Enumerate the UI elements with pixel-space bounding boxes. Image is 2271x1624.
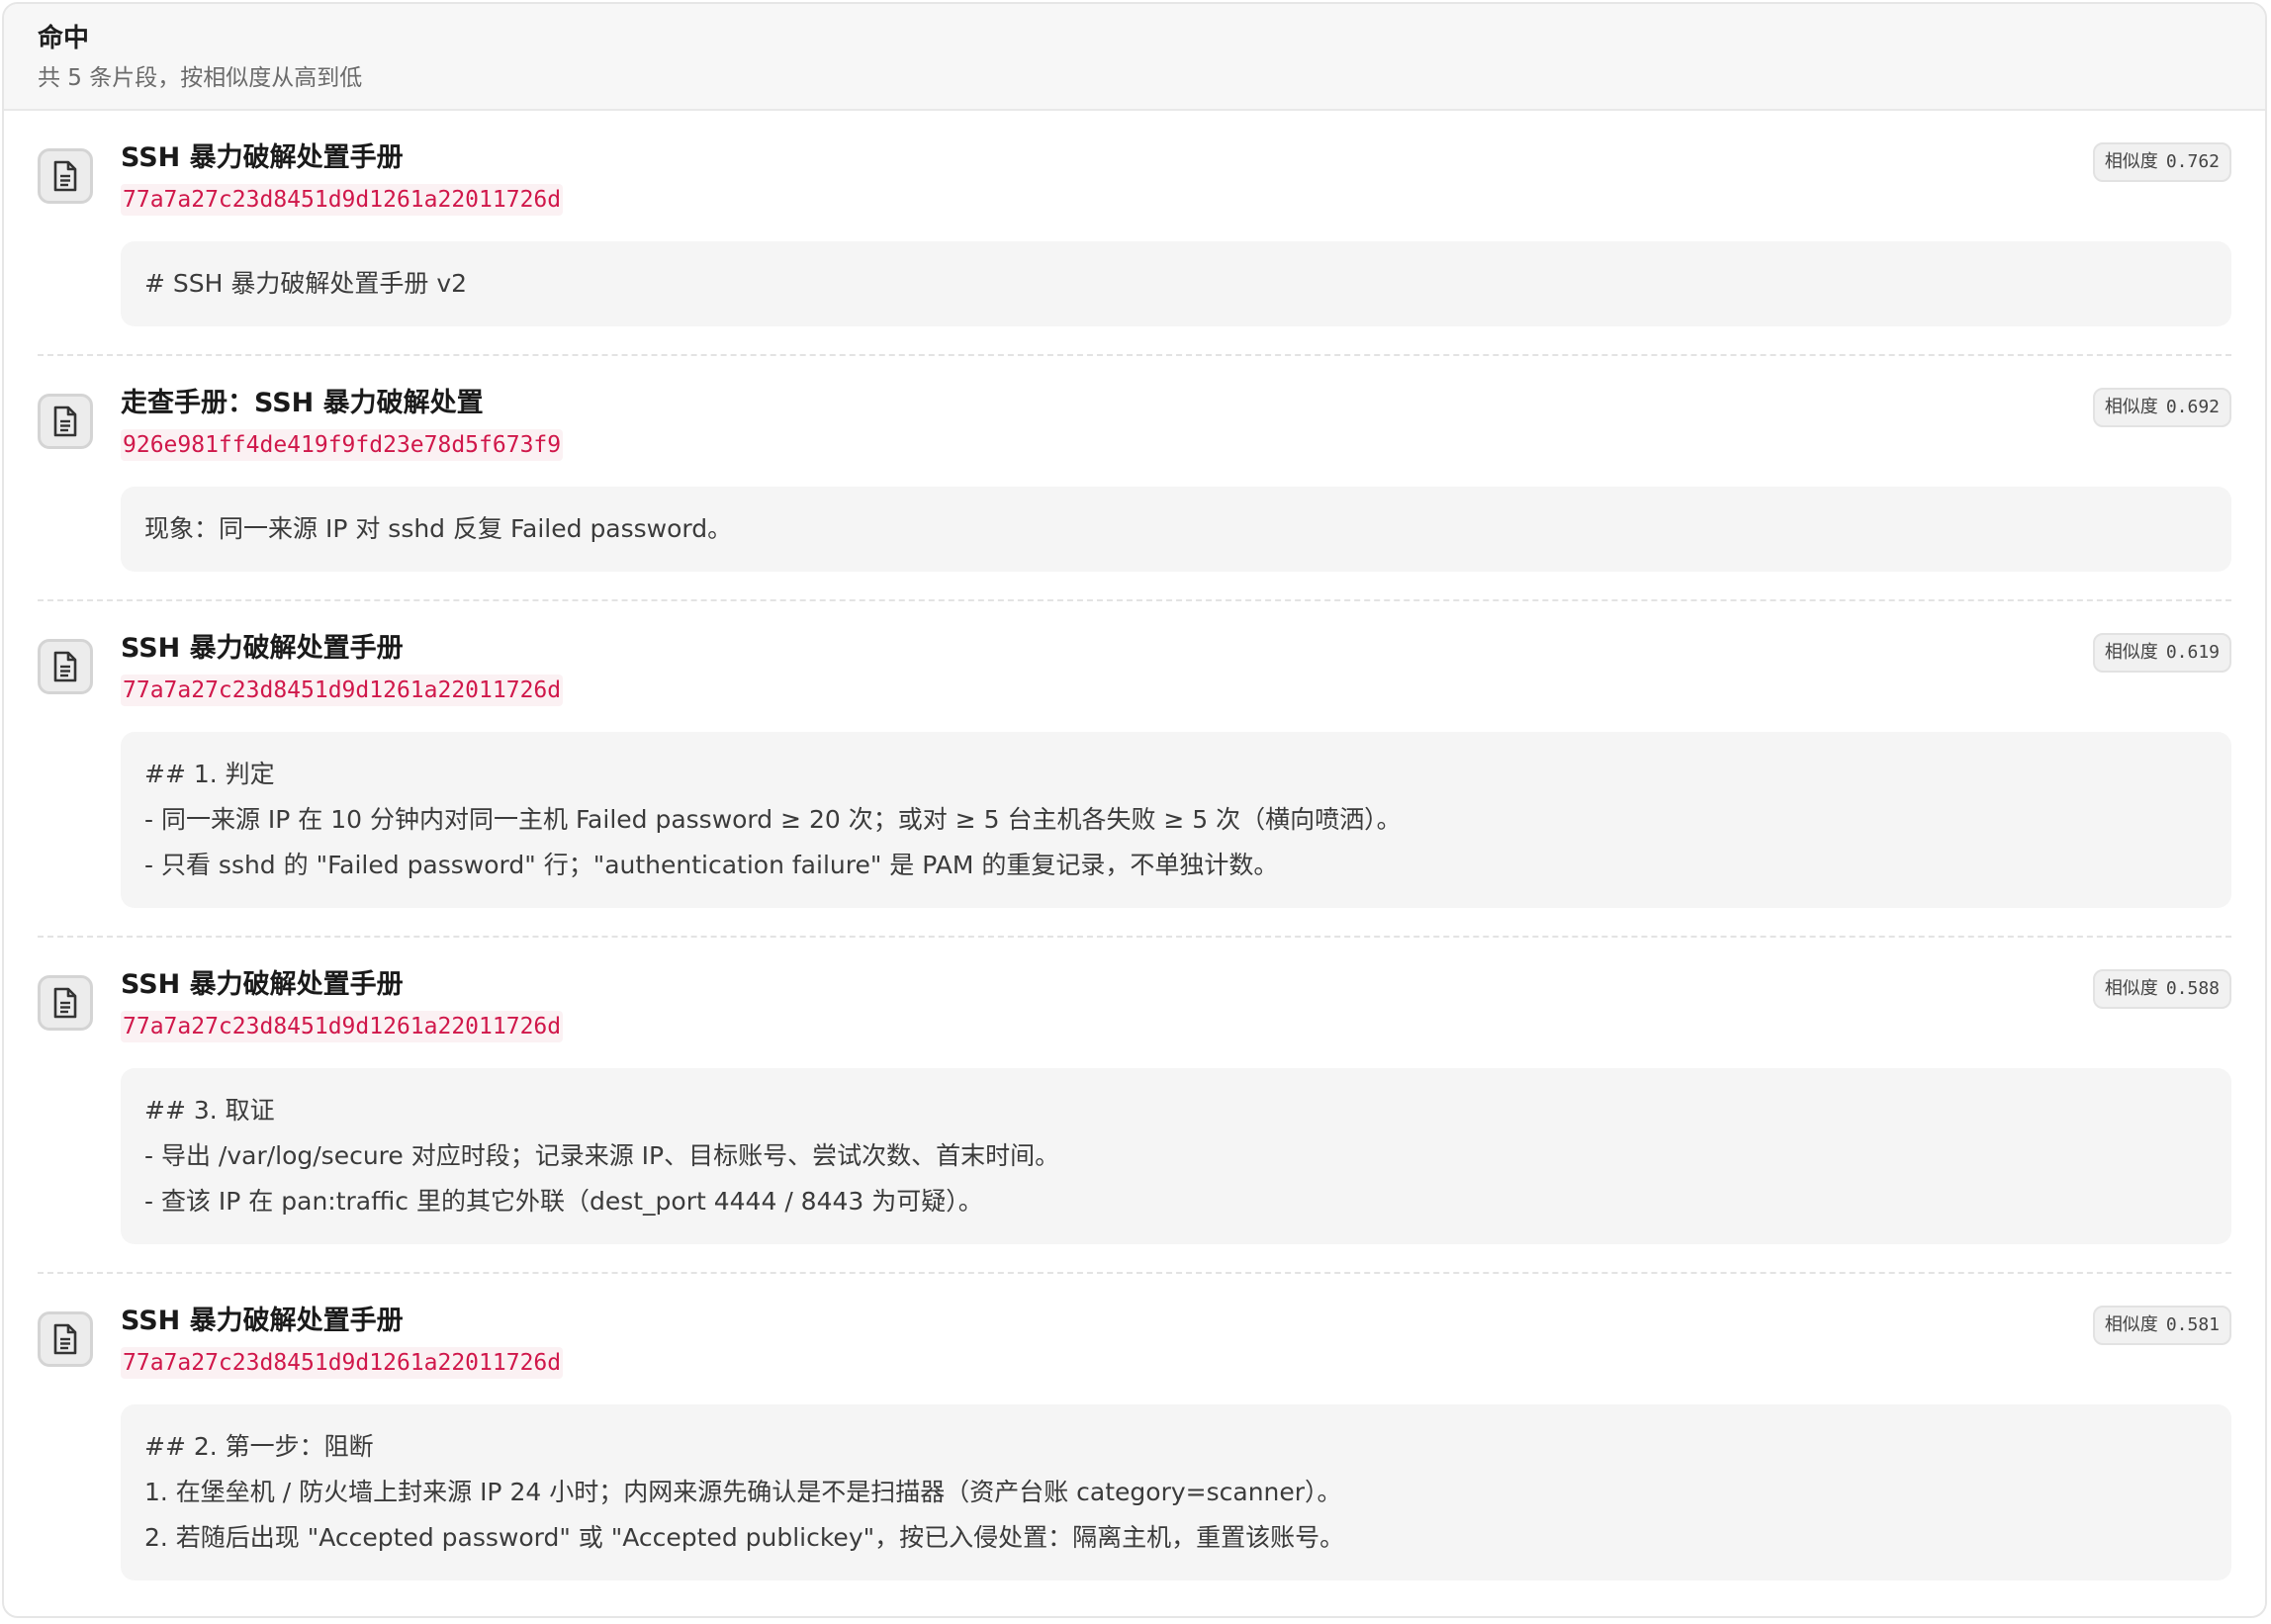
panel-title: 命中 bbox=[38, 24, 90, 53]
similarity-label: 相似度 bbox=[2104, 642, 2158, 663]
document-icon bbox=[38, 148, 93, 204]
result-title[interactable]: SSH 暴力破解处置手册 bbox=[121, 631, 2034, 667]
result-item[interactable]: SSH 暴力破解处置手册 77a7a27c23d8451d9d1261a2201… bbox=[38, 1274, 2231, 1608]
similarity-value: 0.692 bbox=[2165, 397, 2220, 417]
similarity-badge: 相似度 0.762 bbox=[2092, 142, 2231, 182]
result-title[interactable]: SSH 暴力破解处置手册 bbox=[121, 967, 2034, 1003]
result-doc-id: 926e981ff4de419f9fd23e78d5f673f9 bbox=[121, 429, 564, 461]
result-item[interactable]: 走查手册：SSH 暴力破解处置 926e981ff4de419f9fd23e78… bbox=[38, 356, 2231, 601]
result-header: SSH 暴力破解处置手册 77a7a27c23d8451d9d1261a2201… bbox=[121, 140, 2231, 216]
similarity-badge: 相似度 0.588 bbox=[2092, 969, 2231, 1009]
result-snippet: ## 3. 取证 - 导出 /var/log/secure 对应时段；记录来源 … bbox=[121, 1068, 2231, 1244]
search-hits-panel: 命中 共 5 条片段，按相似度从高到低 SSH 暴力破解处置手册 77a7a27… bbox=[2, 2, 2267, 1618]
panel-subtitle: 共 5 条片段，按相似度从高到低 bbox=[38, 65, 363, 91]
panel-header: 命中 共 5 条片段，按相似度从高到低 bbox=[4, 4, 2265, 111]
result-item[interactable]: SSH 暴力破解处置手册 77a7a27c23d8451d9d1261a2201… bbox=[38, 938, 2231, 1274]
similarity-badge: 相似度 0.581 bbox=[2092, 1306, 2231, 1345]
results-list: SSH 暴力破解处置手册 77a7a27c23d8451d9d1261a2201… bbox=[4, 111, 2265, 1608]
result-item[interactable]: SSH 暴力破解处置手册 77a7a27c23d8451d9d1261a2201… bbox=[38, 111, 2231, 356]
similarity-badge: 相似度 0.619 bbox=[2092, 633, 2231, 673]
similarity-label: 相似度 bbox=[2104, 978, 2158, 999]
similarity-badge: 相似度 0.692 bbox=[2092, 388, 2231, 427]
result-snippet: # SSH 暴力破解处置手册 v2 bbox=[121, 241, 2231, 326]
result-title[interactable]: SSH 暴力破解处置手册 bbox=[121, 1304, 2034, 1339]
result-doc-id: 77a7a27c23d8451d9d1261a22011726d bbox=[121, 1347, 564, 1379]
result-header: 走查手册：SSH 暴力破解处置 926e981ff4de419f9fd23e78… bbox=[121, 386, 2231, 461]
result-doc-id: 77a7a27c23d8451d9d1261a22011726d bbox=[121, 675, 564, 706]
result-snippet: ## 2. 第一步：阻断 1. 在堡垒机 / 防火墙上封来源 IP 24 小时；… bbox=[121, 1404, 2231, 1580]
result-title[interactable]: SSH 暴力破解处置手册 bbox=[121, 140, 2034, 176]
similarity-label: 相似度 bbox=[2104, 151, 2158, 172]
similarity-value: 0.619 bbox=[2165, 642, 2220, 663]
document-icon bbox=[38, 1311, 93, 1367]
result-doc-id: 77a7a27c23d8451d9d1261a22011726d bbox=[121, 1011, 564, 1042]
similarity-label: 相似度 bbox=[2104, 397, 2158, 417]
similarity-label: 相似度 bbox=[2104, 1314, 2158, 1335]
similarity-value: 0.762 bbox=[2165, 151, 2220, 172]
result-doc-id: 77a7a27c23d8451d9d1261a22011726d bbox=[121, 184, 564, 216]
document-icon bbox=[38, 394, 93, 449]
result-header: SSH 暴力破解处置手册 77a7a27c23d8451d9d1261a2201… bbox=[121, 1304, 2231, 1379]
similarity-value: 0.588 bbox=[2165, 978, 2220, 999]
result-item[interactable]: SSH 暴力破解处置手册 77a7a27c23d8451d9d1261a2201… bbox=[38, 601, 2231, 938]
result-snippet: 现象：同一来源 IP 对 sshd 反复 Failed password。 bbox=[121, 487, 2231, 572]
document-icon bbox=[38, 639, 93, 694]
document-icon bbox=[38, 975, 93, 1031]
result-header: SSH 暴力破解处置手册 77a7a27c23d8451d9d1261a2201… bbox=[121, 967, 2231, 1042]
result-title[interactable]: 走查手册：SSH 暴力破解处置 bbox=[121, 386, 2034, 421]
similarity-value: 0.581 bbox=[2165, 1314, 2220, 1335]
result-snippet: ## 1. 判定 - 同一来源 IP 在 10 分钟内对同一主机 Failed … bbox=[121, 732, 2231, 908]
result-header: SSH 暴力破解处置手册 77a7a27c23d8451d9d1261a2201… bbox=[121, 631, 2231, 706]
